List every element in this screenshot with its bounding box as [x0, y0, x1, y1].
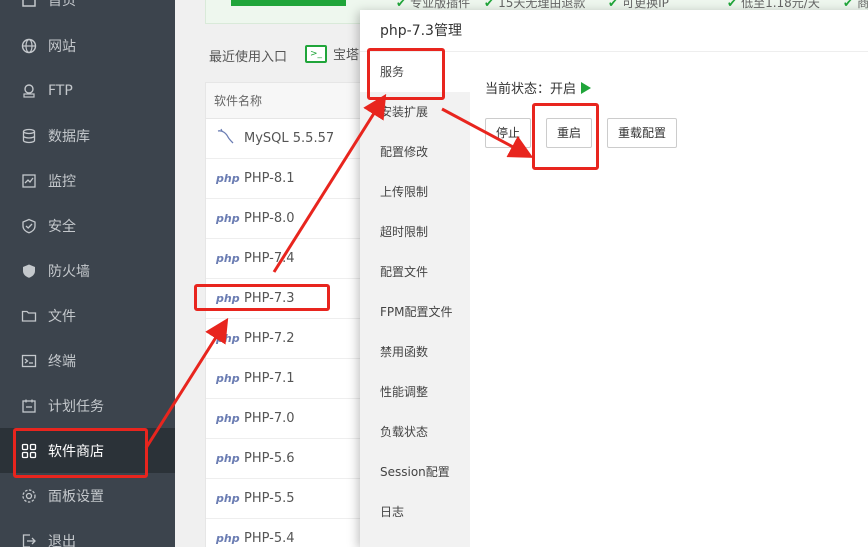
calendar-icon — [20, 397, 38, 415]
sidebar-item-label: 计划任务 — [48, 398, 104, 415]
tab-service[interactable]: 服务 — [360, 52, 470, 92]
sidebar-item-files[interactable]: 文件 — [0, 293, 175, 338]
tab-config-file[interactable]: 配置文件 — [360, 252, 470, 292]
check-icon: ✔ — [484, 0, 495, 10]
service-status: 当前状态：开启 — [485, 78, 592, 97]
php-logo: php — [216, 172, 240, 185]
software-name: PHP-5.4 — [244, 531, 295, 546]
php-manage-dialog: php-7.3管理 服务 安装扩展 配置修改 上传限制 超时限制 配置文件 FP… — [360, 10, 868, 547]
php-logo: php — [216, 532, 240, 545]
sidebar-item-label: FTP — [48, 82, 73, 99]
shield-icon — [20, 217, 38, 235]
php-logo: php — [216, 212, 240, 225]
tab-logs[interactable]: 日志 — [360, 492, 470, 532]
sidebar-item-label: 文件 — [48, 308, 76, 325]
sidebar-item-app-store[interactable]: 软件商店 — [0, 428, 175, 473]
check-icon: ✔ — [843, 0, 854, 10]
tab-timeout-limit[interactable]: 超时限制 — [360, 212, 470, 252]
home-icon — [20, 0, 38, 9]
folder-icon — [20, 307, 38, 325]
tab-session-config[interactable]: Session配置 — [360, 452, 470, 492]
dialog-body: 当前状态：开启 停止 重启 重载配置 — [470, 52, 868, 547]
tab-fpm-config[interactable]: FPM配置文件 — [360, 292, 470, 332]
check-icon: ✔ — [608, 0, 619, 10]
sidebar-item-label: 安全 — [48, 218, 76, 235]
sidebar-item-label: 退出 — [48, 533, 76, 547]
sidebar-item-cron[interactable]: 计划任务 — [0, 383, 175, 428]
play-icon — [581, 81, 592, 94]
status-label: 当前状态：开启 — [485, 82, 577, 97]
database-icon — [20, 127, 38, 145]
sidebar-item-monitor[interactable]: 监控 — [0, 158, 175, 203]
sidebar-item-security[interactable]: 安全 — [0, 203, 175, 248]
php-logo: php — [216, 332, 240, 345]
sidebar-item-website[interactable]: 网站 — [0, 23, 175, 68]
bt-entry-link[interactable]: >_ 宝塔 — [305, 44, 359, 63]
promo-button[interactable] — [231, 0, 346, 6]
php-logo: php — [216, 292, 240, 305]
sidebar: 首页 网站 FTP 数据库 监控 安全 防火墙 文件 终端 计划任务 软件商店 — [0, 0, 175, 547]
sidebar-item-home[interactable]: 首页 — [0, 0, 175, 22]
check-icon: ✔ — [727, 0, 738, 10]
terminal-icon: >_ — [305, 44, 327, 63]
sidebar-item-label: 监控 — [48, 173, 76, 190]
tab-config-edit[interactable]: 配置修改 — [360, 132, 470, 172]
tab-install-extension[interactable]: 安装扩展 — [360, 92, 470, 132]
php-logo: php — [216, 492, 240, 505]
sidebar-item-label: 面板设置 — [48, 488, 104, 505]
sidebar-item-label: 网站 — [48, 38, 76, 55]
sidebar-item-label: 首页 — [48, 0, 76, 9]
gear-icon — [20, 487, 38, 505]
grid-icon — [20, 442, 38, 460]
terminal-icon — [20, 352, 38, 370]
software-name: PHP-8.1 — [244, 171, 295, 186]
sidebar-item-panel-settings[interactable]: 面板设置 — [0, 473, 175, 518]
sidebar-item-firewall[interactable]: 防火墙 — [0, 248, 175, 293]
firewall-icon — [20, 262, 38, 280]
tab-upload-limit[interactable]: 上传限制 — [360, 172, 470, 212]
php-logo: php — [216, 252, 240, 265]
tab-load-status[interactable]: 负载状态 — [360, 412, 470, 452]
dialog-nav: 服务 安装扩展 配置修改 上传限制 超时限制 配置文件 FPM配置文件 禁用函数… — [360, 52, 470, 547]
software-name: PHP-5.5 — [244, 491, 295, 506]
logout-icon — [20, 532, 38, 547]
restart-button[interactable]: 重启 — [546, 118, 593, 148]
tab-performance[interactable]: 性能调整 — [360, 372, 470, 412]
php-logo: php — [216, 412, 240, 425]
mysql-dolphin-icon — [216, 128, 236, 149]
sidebar-item-terminal[interactable]: 终端 — [0, 338, 175, 383]
software-name: MySQL 5.5.57 — [244, 131, 335, 146]
sidebar-item-ftp[interactable]: FTP — [0, 68, 175, 113]
software-name: PHP-7.4 — [244, 251, 295, 266]
ftp-icon — [20, 82, 38, 100]
sidebar-item-label: 防火墙 — [48, 263, 90, 280]
php-logo: php — [216, 452, 240, 465]
tab-disabled-functions[interactable]: 禁用函数 — [360, 332, 470, 372]
sidebar-item-label: 数据库 — [48, 128, 90, 145]
software-name: PHP-8.0 — [244, 211, 295, 226]
software-name: PHP-7.2 — [244, 331, 295, 346]
stop-button[interactable]: 停止 — [485, 118, 532, 148]
software-name: PHP-7.0 — [244, 411, 295, 426]
monitor-icon — [20, 172, 38, 190]
software-name: PHP-7.3 — [244, 291, 295, 306]
reload-config-button[interactable]: 重载配置 — [607, 118, 678, 148]
check-icon: ✔ — [396, 0, 407, 10]
sidebar-item-database[interactable]: 数据库 — [0, 113, 175, 158]
sidebar-item-label: 终端 — [48, 353, 76, 370]
dialog-title: php-7.3管理 — [360, 10, 868, 52]
php-logo: php — [216, 372, 240, 385]
software-name: PHP-5.6 — [244, 451, 295, 466]
globe-icon — [20, 37, 38, 55]
sidebar-item-logout[interactable]: 退出 — [0, 518, 175, 547]
recent-entry-label: 最近使用入口 — [209, 50, 288, 65]
bt-entry-label: 宝塔 — [333, 48, 360, 63]
software-name: PHP-7.1 — [244, 371, 295, 386]
sidebar-item-label: 软件商店 — [48, 443, 104, 460]
